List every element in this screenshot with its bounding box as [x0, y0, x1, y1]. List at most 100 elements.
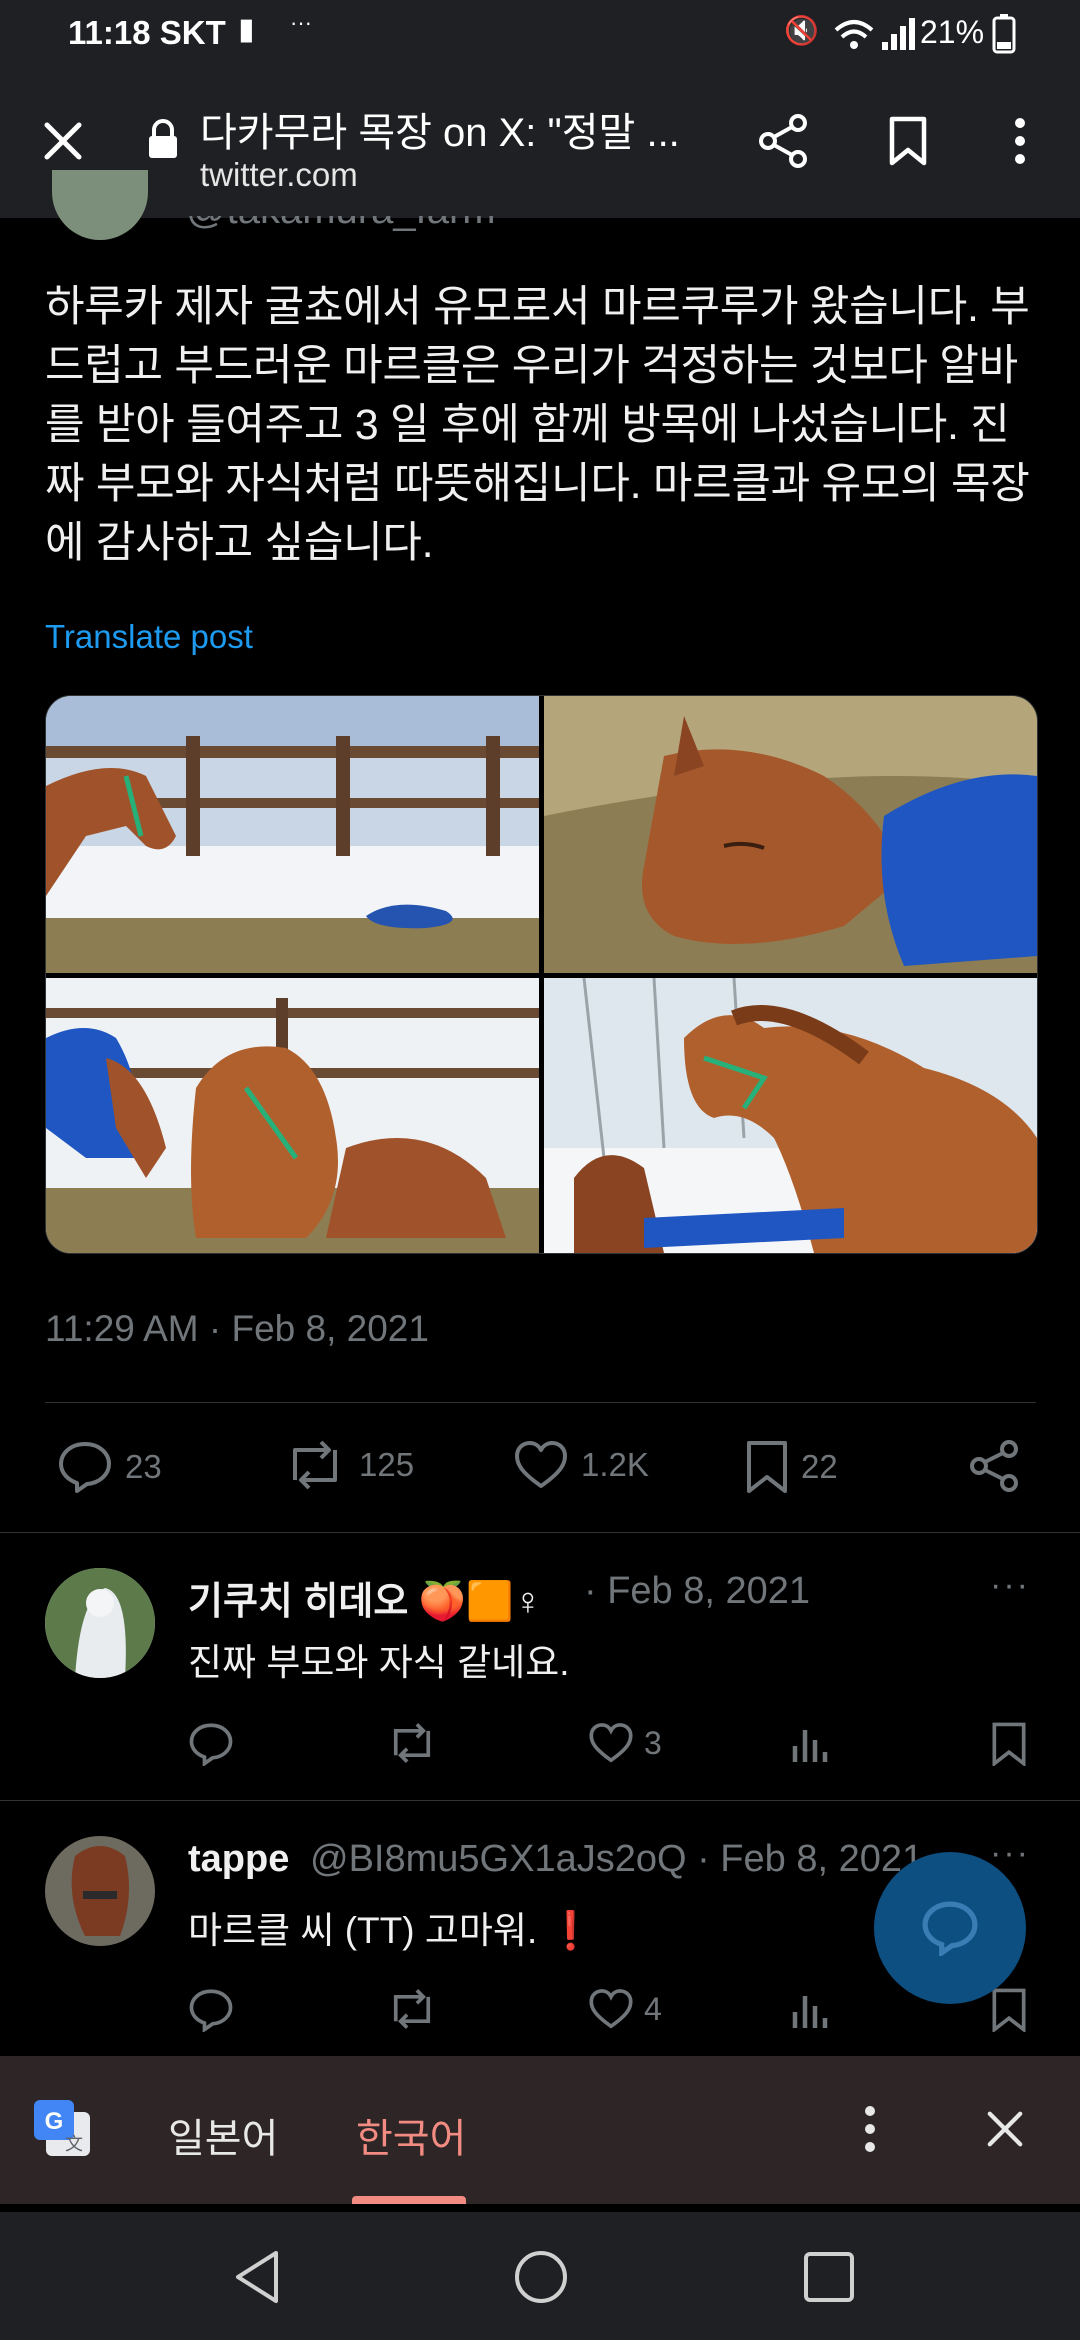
back-icon: [236, 2251, 278, 2303]
photo-mare-standing[interactable]: [544, 978, 1037, 1253]
reply-text: 마르클 씨 (TT) 고마워. ❗: [188, 1910, 594, 1951]
translate-bar: G 文 일본어 한국어: [0, 2056, 1080, 2204]
active-tab-indicator: [352, 2196, 466, 2204]
bookmark-button[interactable]: 22: [745, 1440, 838, 1494]
photo-foal-sleeping[interactable]: [544, 696, 1037, 973]
translate-options-button[interactable]: [835, 2094, 905, 2164]
bookmark-page-button[interactable]: [873, 106, 943, 176]
system-nav-bar: [0, 2212, 1080, 2340]
reply-count: 23: [125, 1448, 162, 1485]
reply-views-button[interactable]: [790, 1988, 830, 2030]
post-timestamp[interactable]: 11:29 AM · Feb 8, 2021: [45, 1308, 429, 1350]
photo-image: [46, 696, 539, 973]
google-translate-icon: G 文: [34, 2100, 90, 2156]
close-tab-button[interactable]: [28, 106, 98, 176]
page-domain[interactable]: twitter.com: [200, 156, 358, 194]
nav-back-button[interactable]: [222, 2242, 292, 2312]
avatar[interactable]: [45, 1836, 155, 1946]
browser-toolbar: 다카무라 목장 on X: "정말 ... twitter.com: [0, 70, 1080, 218]
reply-repost-button[interactable]: [386, 1722, 438, 1764]
close-icon: [987, 2111, 1023, 2147]
reply-bookmark-button[interactable]: [990, 1988, 1028, 2032]
repost-button[interactable]: 125: [283, 1440, 414, 1490]
divider: [0, 1532, 1080, 1533]
more-vertical-icon: [865, 2106, 875, 2152]
avatar[interactable]: [45, 1568, 155, 1678]
source-language-tab[interactable]: 일본어: [168, 2106, 278, 2164]
share-icon: [970, 1440, 1018, 1492]
like-button[interactable]: 1.2K: [513, 1440, 649, 1490]
divider: [0, 1800, 1080, 1801]
translate-post-link[interactable]: Translate post: [45, 618, 253, 656]
svg-text:G: G: [45, 2108, 64, 2135]
post-actions: 23 125 1.2K 22: [45, 1430, 1036, 1510]
reply-icon: [59, 1442, 111, 1493]
bookmark-icon: [992, 1722, 1026, 1766]
bookmark-icon: [889, 116, 927, 166]
repost-icon: [393, 1989, 431, 2029]
battery-percent: 21%: [920, 14, 985, 50]
photo-image: [544, 696, 1037, 973]
views-icon: [792, 1730, 828, 1762]
heart-icon: [589, 1989, 633, 2029]
status-bar: 11:18 SKT ▮ ··· 🔇 21%: [0, 0, 1080, 70]
browser-menu-button[interactable]: [985, 106, 1055, 176]
photo-horse-fence[interactable]: [46, 696, 539, 973]
reply-reply-button[interactable]: [188, 1722, 234, 1766]
reply-handle-date[interactable]: @BI8mu5GX1aJs2oQ · Feb 8, 2021: [310, 1838, 923, 1881]
author-avatar[interactable]: [52, 170, 148, 240]
reply-date[interactable]: · Feb 8, 2021: [584, 1570, 810, 1613]
bookmark-count: 22: [801, 1448, 838, 1485]
repost-count: 125: [359, 1446, 415, 1483]
share-button[interactable]: [748, 106, 818, 176]
photo-horses-resting[interactable]: [46, 978, 539, 1253]
bookmark-icon: [992, 1988, 1026, 2032]
compose-reply-button[interactable]: [874, 1852, 1026, 2004]
lock-icon: [149, 119, 177, 158]
repost-icon: [293, 1440, 337, 1490]
reply-like-count: 3: [644, 1724, 662, 1761]
reply-icon: [189, 1723, 233, 1766]
wifi-icon: [834, 20, 874, 49]
share-icon: [759, 114, 807, 168]
status-time: 11:18 SKT: [68, 14, 226, 51]
heart-icon: [515, 1441, 567, 1488]
close-translate-button[interactable]: [970, 2094, 1040, 2164]
divider: [45, 1402, 1036, 1403]
reply-icon: [922, 1901, 978, 1956]
notification-icon: ▮: [238, 13, 255, 46]
avatar-image: [45, 1836, 155, 1946]
page-title[interactable]: 다카무라 목장 on X: "정말 ...: [200, 100, 760, 158]
reply-author-name[interactable]: tappe: [188, 1838, 289, 1881]
mute-icon: 🔇: [784, 15, 819, 46]
reply-reply-button[interactable]: [188, 1988, 234, 2032]
reply-repost-button[interactable]: [386, 1988, 438, 2030]
reply-like-button[interactable]: 4: [588, 1988, 662, 2030]
nav-recents-button[interactable]: [794, 2242, 864, 2312]
heart-icon: [589, 1723, 633, 1763]
reply-item[interactable]: 기쿠치 히데오 🍑🟧♀ · Feb 8, 2021 ··· 진짜 부모와 자식 …: [0, 1560, 1080, 1800]
reply-author-name[interactable]: 기쿠치 히데오 🍑🟧♀: [188, 1570, 542, 1625]
views-icon: [792, 1996, 828, 2028]
home-icon: [515, 2251, 567, 2303]
signal-icon: [882, 18, 915, 50]
media-grid: [45, 695, 1038, 1254]
reply-button[interactable]: 23: [57, 1440, 162, 1494]
reply-text: 진짜 부모와 자식 같네요.: [188, 1642, 570, 1683]
photo-image: [46, 978, 539, 1253]
reply-more-button[interactable]: ···: [990, 1566, 1030, 1605]
bookmark-icon: [747, 1441, 787, 1493]
reply-views-button[interactable]: [790, 1722, 830, 1764]
reply-like-button[interactable]: 3: [588, 1722, 662, 1764]
photo-image: [544, 978, 1037, 1253]
post-text: 하루카 제자 굴쵸에서 유모로서 마르쿠루가 왔습니다. 부드럽고 부드러운 마…: [45, 283, 1030, 567]
battery-icon: [992, 14, 1016, 54]
recents-icon: [804, 2252, 854, 2302]
nav-home-button[interactable]: [506, 2242, 576, 2312]
target-language-tab[interactable]: 한국어: [356, 2106, 466, 2164]
reply-like-count: 4: [644, 1990, 662, 2027]
avatar-image: [45, 1568, 155, 1678]
reply-bookmark-button[interactable]: [990, 1722, 1028, 1766]
more-vertical-icon: [1015, 118, 1025, 164]
share-post-button[interactable]: [969, 1440, 1019, 1492]
